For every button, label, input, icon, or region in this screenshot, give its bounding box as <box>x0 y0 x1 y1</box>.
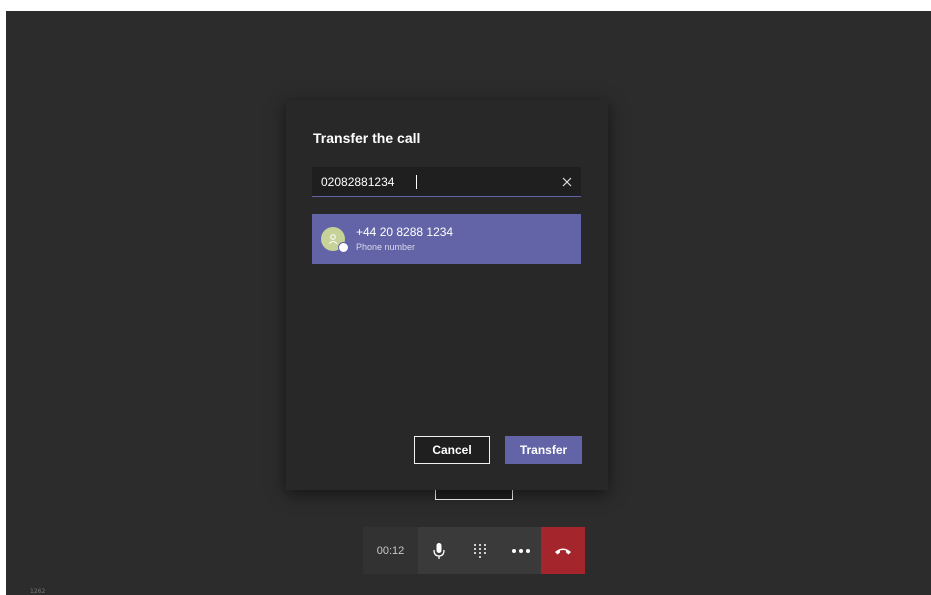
dialpad-icon[interactable] <box>459 527 500 574</box>
clear-icon[interactable] <box>557 172 577 192</box>
transfer-dialog: Transfer the call +44 20 8288 1234 Phone… <box>286 100 608 490</box>
dialog-title: Transfer the call <box>313 130 421 146</box>
text-caret <box>416 175 417 189</box>
transfer-button[interactable]: Transfer <box>505 436 582 464</box>
call-controls-bar: 00:12 <box>363 527 585 574</box>
result-name: +44 20 8288 1234 <box>356 225 454 239</box>
cancel-button[interactable]: Cancel <box>414 436 490 464</box>
search-input[interactable] <box>312 167 542 196</box>
call-timer: 00:12 <box>363 527 418 574</box>
search-box <box>312 167 581 197</box>
more-options-icon[interactable] <box>500 527 541 574</box>
search-result-item[interactable]: +44 20 8288 1234 Phone number <box>312 214 581 264</box>
result-subtitle: Phone number <box>356 242 416 252</box>
microphone-icon[interactable] <box>418 527 459 574</box>
corner-mark: 1262 <box>30 588 46 595</box>
person-icon <box>328 234 338 245</box>
presence-icon <box>338 242 349 253</box>
hang-up-icon[interactable] <box>541 527 585 574</box>
